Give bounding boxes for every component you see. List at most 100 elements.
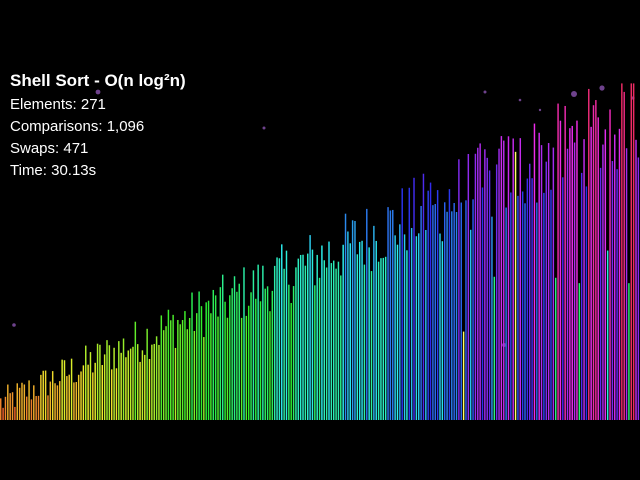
comparisons-count: Comparisons: 1,096 xyxy=(10,118,145,135)
bar xyxy=(441,241,444,420)
bar xyxy=(269,311,271,420)
bar xyxy=(347,231,349,420)
bar xyxy=(531,178,533,420)
bar xyxy=(47,395,49,420)
bar xyxy=(295,267,297,420)
bar xyxy=(257,264,259,420)
bar xyxy=(307,253,309,420)
bar xyxy=(481,187,484,420)
bar xyxy=(330,263,333,420)
bar xyxy=(172,314,174,420)
bar xyxy=(623,91,625,420)
bar xyxy=(387,207,389,420)
bar xyxy=(635,139,637,420)
bar xyxy=(519,138,522,420)
particle xyxy=(599,85,605,91)
particle xyxy=(262,126,266,130)
bar xyxy=(281,244,283,420)
bar xyxy=(63,360,66,420)
bar xyxy=(115,368,118,420)
bar xyxy=(328,241,330,420)
bar xyxy=(35,396,37,420)
bar xyxy=(68,374,70,420)
bar xyxy=(236,291,238,420)
bar xyxy=(148,358,151,420)
bar xyxy=(358,241,361,420)
bar xyxy=(196,313,198,420)
bar xyxy=(632,83,635,421)
bar xyxy=(366,208,368,420)
bar xyxy=(87,364,89,420)
bar xyxy=(292,286,295,420)
bar xyxy=(299,254,302,420)
bar xyxy=(129,348,132,420)
bar xyxy=(288,284,290,420)
bar xyxy=(323,260,325,420)
bar xyxy=(418,233,420,420)
bar xyxy=(111,369,113,420)
bar xyxy=(243,267,245,420)
bar xyxy=(538,132,540,421)
stats-overlay: Shell Sort - O(n log²n) Elements: 271 Co… xyxy=(10,68,186,182)
bar xyxy=(453,203,455,420)
bar xyxy=(132,346,134,420)
bar xyxy=(380,258,382,420)
bar xyxy=(342,244,344,420)
bar xyxy=(604,129,607,420)
bar xyxy=(559,120,562,420)
bar xyxy=(557,103,559,420)
bar xyxy=(614,134,616,421)
bar xyxy=(427,190,429,420)
bar xyxy=(144,354,146,420)
bar xyxy=(75,382,78,420)
bar xyxy=(510,192,512,420)
bar xyxy=(66,376,68,420)
bar xyxy=(392,209,394,420)
bar xyxy=(101,365,104,420)
bar xyxy=(207,300,210,420)
bar xyxy=(73,382,75,420)
bar xyxy=(321,245,323,420)
bar xyxy=(141,350,144,420)
bar xyxy=(630,83,633,421)
bar xyxy=(547,143,550,421)
bar xyxy=(399,224,401,420)
bar xyxy=(361,240,363,420)
bar xyxy=(316,254,318,420)
bar xyxy=(302,254,304,420)
particle xyxy=(571,91,577,97)
bar xyxy=(637,157,640,420)
elapsed-time: Time: 30.13s xyxy=(10,162,97,179)
bar xyxy=(158,344,160,420)
bar xyxy=(278,258,281,420)
bar xyxy=(375,240,377,420)
bar xyxy=(569,128,571,420)
bar xyxy=(28,380,30,420)
particle xyxy=(518,98,522,102)
bar xyxy=(590,126,592,420)
bar xyxy=(167,309,170,420)
bar xyxy=(184,311,186,420)
bar xyxy=(285,250,288,420)
bar xyxy=(179,324,181,420)
bar xyxy=(290,302,292,420)
bar xyxy=(588,88,590,421)
bar xyxy=(153,343,155,420)
elements-count: Elements: 271 xyxy=(10,96,106,113)
bar xyxy=(247,305,250,420)
bar xyxy=(446,211,448,420)
bar xyxy=(332,260,335,420)
bar xyxy=(304,265,307,420)
bar xyxy=(529,163,531,421)
bar xyxy=(410,228,413,420)
bar xyxy=(273,265,276,420)
bar xyxy=(493,276,496,420)
bar xyxy=(2,407,4,420)
bar xyxy=(4,396,7,420)
bar xyxy=(597,117,599,420)
bar xyxy=(170,320,172,420)
bar xyxy=(583,139,585,420)
bar xyxy=(335,268,337,420)
bar xyxy=(406,250,408,420)
bar xyxy=(262,265,264,420)
